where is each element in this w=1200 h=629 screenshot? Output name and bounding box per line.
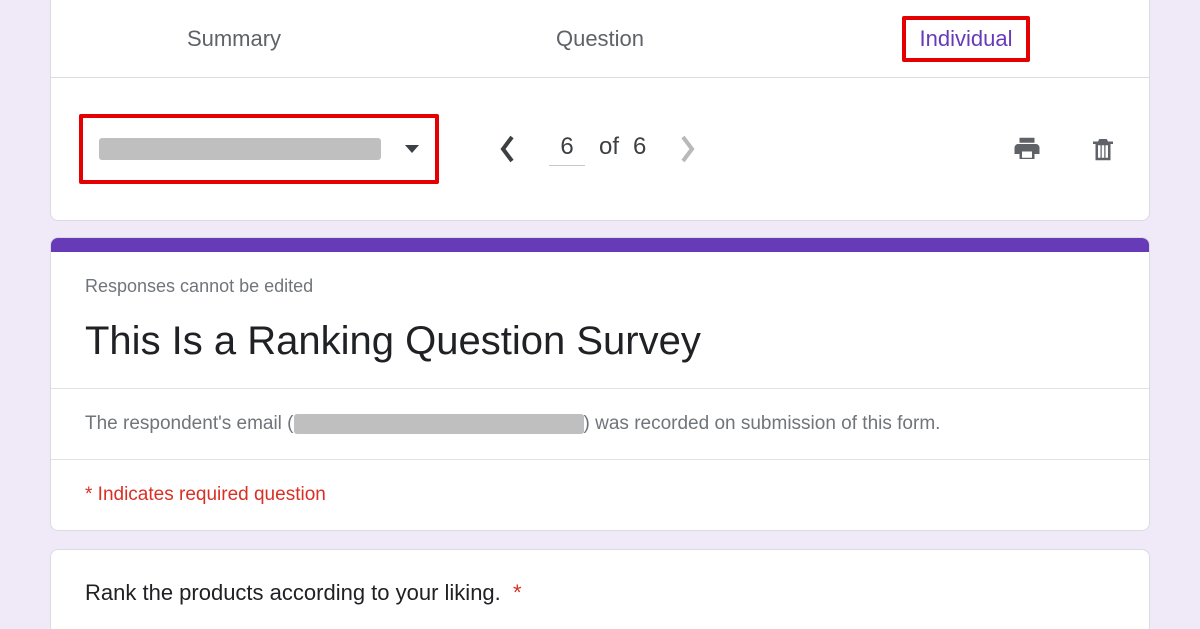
required-asterisk: * bbox=[513, 580, 522, 605]
chevron-down-icon bbox=[405, 145, 419, 153]
tab-question[interactable]: Question bbox=[417, 0, 783, 77]
chevron-left-icon bbox=[499, 134, 517, 164]
next-response-button[interactable] bbox=[670, 132, 704, 166]
respondent-email-masked bbox=[99, 138, 381, 160]
response-pager: 6 of 6 bbox=[491, 132, 704, 166]
form-title: This Is a Ranking Question Survey bbox=[85, 319, 1115, 364]
pager-total: 6 bbox=[633, 133, 646, 161]
question-card: Rank the products according to your liki… bbox=[50, 549, 1150, 629]
pager-current-input[interactable]: 6 bbox=[549, 133, 585, 166]
tab-individual-label: Individual bbox=[902, 16, 1031, 62]
response-actions bbox=[1009, 131, 1121, 167]
question-label: Rank the products according to your liki… bbox=[85, 580, 501, 605]
form-header-card: Responses cannot be edited This Is a Ran… bbox=[50, 237, 1150, 531]
tab-individual[interactable]: Individual bbox=[783, 0, 1149, 77]
form-header-section: Responses cannot be edited This Is a Ran… bbox=[51, 252, 1149, 389]
email-suffix: ) was recorded on submission of this for… bbox=[584, 413, 941, 435]
respondent-email-value-masked bbox=[294, 414, 584, 434]
previous-response-button[interactable] bbox=[491, 132, 525, 166]
respondent-email-section: The respondent's email ( ) was recorded … bbox=[51, 389, 1149, 460]
question-text: Rank the products according to your liki… bbox=[51, 550, 1149, 629]
pager-text: 6 of 6 bbox=[549, 133, 646, 166]
chevron-right-icon bbox=[678, 134, 696, 164]
required-note-section: * Indicates required question bbox=[51, 460, 1149, 530]
respondent-email-line: The respondent's email ( ) was recorded … bbox=[85, 413, 1115, 435]
print-button[interactable] bbox=[1009, 131, 1045, 167]
delete-button[interactable] bbox=[1085, 131, 1121, 167]
responses-locked-note: Responses cannot be edited bbox=[85, 276, 1115, 297]
responses-panel: Summary Question Individual 6 of 6 bbox=[50, 0, 1150, 221]
form-accent-bar bbox=[51, 238, 1149, 252]
print-icon bbox=[1012, 134, 1042, 164]
individual-controls: 6 of 6 bbox=[51, 78, 1149, 220]
tabs-bar: Summary Question Individual bbox=[51, 0, 1149, 78]
pager-of-label: of bbox=[599, 133, 619, 161]
required-indicator-note: * Indicates required question bbox=[85, 484, 1115, 506]
trash-icon bbox=[1088, 134, 1118, 164]
respondent-dropdown[interactable] bbox=[79, 114, 439, 184]
tab-summary[interactable]: Summary bbox=[51, 0, 417, 77]
email-prefix: The respondent's email ( bbox=[85, 413, 294, 435]
